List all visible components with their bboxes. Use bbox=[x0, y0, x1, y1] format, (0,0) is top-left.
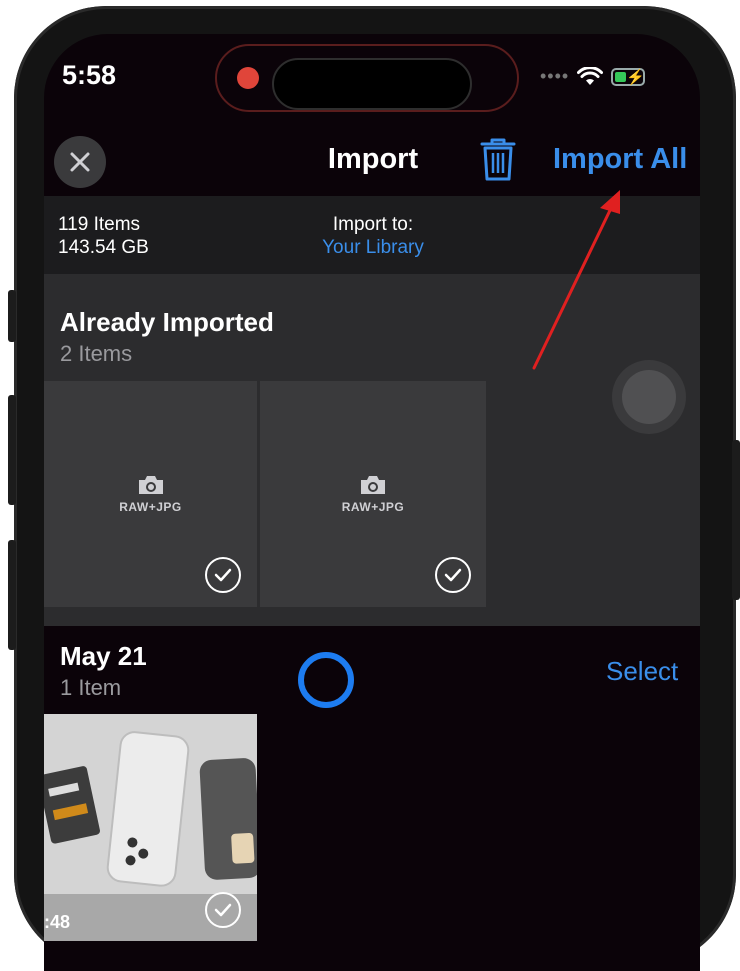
camera-icon bbox=[361, 476, 385, 494]
checkmark-icon bbox=[205, 557, 241, 593]
import-all-button[interactable]: Import All bbox=[553, 143, 687, 176]
video-duration: :48 bbox=[44, 912, 71, 932]
checkmark-icon bbox=[435, 557, 471, 593]
dynamic-island bbox=[272, 58, 472, 110]
wifi-icon bbox=[577, 66, 604, 85]
status-time: 5:58 bbox=[62, 60, 117, 90]
status-icons: •••• ⚡ bbox=[540, 66, 646, 87]
cellular-signal: •••• bbox=[540, 66, 570, 86]
page-title: Import bbox=[327, 143, 419, 175]
volume-down-button bbox=[8, 540, 16, 650]
camera-icon bbox=[138, 476, 163, 494]
items-size: 143.54 GB bbox=[58, 237, 149, 258]
section-count: 2 Items bbox=[60, 341, 133, 366]
format-label: RAW+JPG bbox=[119, 500, 182, 514]
items-count: 119 Items bbox=[58, 214, 141, 235]
section-title: May 21 bbox=[60, 641, 147, 671]
trash-icon[interactable] bbox=[478, 136, 518, 182]
recording-dot bbox=[237, 67, 259, 89]
checkmark-icon bbox=[205, 892, 241, 928]
format-label: RAW+JPG bbox=[341, 500, 405, 514]
annotation-arrow bbox=[532, 190, 620, 370]
charging-bolt-icon: ⚡ bbox=[626, 68, 645, 86]
import-to-label: Import to: bbox=[332, 214, 414, 235]
volume-up-button bbox=[8, 395, 16, 505]
section-title: Already Imported bbox=[60, 307, 274, 337]
battery-level bbox=[615, 71, 627, 82]
select-button[interactable]: Select bbox=[606, 656, 678, 687]
battery-icon: ⚡ bbox=[611, 67, 646, 86]
action-button bbox=[8, 290, 16, 342]
close-icon bbox=[70, 152, 90, 172]
loading-ring bbox=[298, 652, 354, 708]
section-count: 1 Item bbox=[60, 675, 122, 700]
power-button bbox=[732, 440, 740, 600]
import-destination-link[interactable]: Your Library bbox=[300, 237, 446, 259]
close-button[interactable] bbox=[54, 136, 106, 188]
